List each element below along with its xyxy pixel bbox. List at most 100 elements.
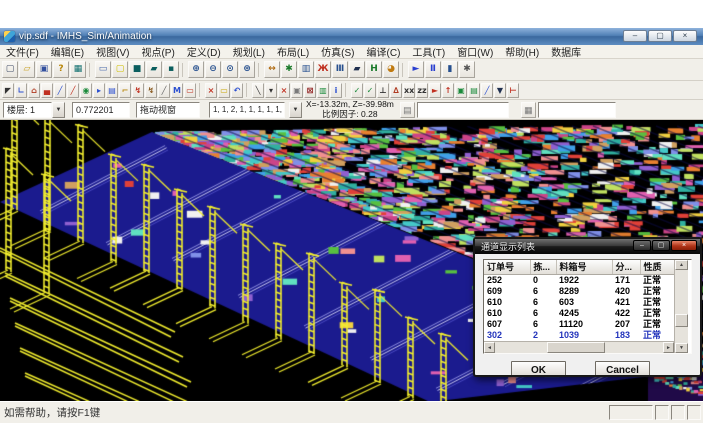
info-button[interactable]: i: [330, 83, 342, 98]
step-button[interactable]: ▮: [442, 61, 458, 78]
check-b-button[interactable]: ✓: [364, 83, 376, 98]
menu-item[interactable]: 帮助(H): [499, 44, 545, 59]
scroll-down-icon[interactable]: ▼: [675, 343, 688, 353]
table-row[interactable]: 607 6 11120 207 正常: [484, 319, 674, 330]
corner-path-button[interactable]: ∟: [15, 83, 27, 98]
toolbar-button[interactable]: [402, 63, 406, 77]
monitor-m-button[interactable]: M: [171, 83, 183, 98]
document-button[interactable]: ▤: [106, 83, 118, 98]
flag-button[interactable]: ►: [429, 83, 441, 98]
title-bar[interactable]: vip.sdf - IMHS_Sim/Animation – ▢ ×: [0, 28, 703, 45]
table-row[interactable]: 609 6 8289 420 正常: [484, 286, 674, 297]
wireframe-box-button[interactable]: ▢: [112, 61, 128, 78]
run-button[interactable]: ►: [408, 61, 424, 78]
menu-item[interactable]: 编译(C): [361, 44, 407, 59]
tools-button[interactable]: ✱: [459, 61, 475, 78]
value-field[interactable]: 0.772201: [72, 102, 130, 118]
cursor-move-button[interactable]: ▸: [93, 83, 105, 98]
horizontal-scrollbar[interactable]: ◄ ►: [484, 341, 674, 353]
pen-gray-button[interactable]: ╱: [158, 83, 170, 98]
cut-x-button[interactable]: ×: [205, 83, 217, 98]
menu-item[interactable]: 视点(P): [135, 44, 180, 59]
scroll-right-icon[interactable]: ►: [663, 342, 674, 353]
home-button[interactable]: ⌂: [28, 83, 40, 98]
menu-item[interactable]: 数据库: [545, 44, 587, 59]
aux-field-1[interactable]: [417, 102, 509, 118]
col-header-pick[interactable]: 拣...: [530, 260, 556, 274]
box-red-button[interactable]: ▭: [184, 83, 196, 98]
undo-button[interactable]: ↶: [231, 83, 243, 98]
chevron-down-icon[interactable]: ▼: [289, 102, 302, 118]
zoom-in-button[interactable]: ⊕: [188, 61, 204, 78]
vertical-scrollbar[interactable]: ▲ ▼: [674, 260, 688, 353]
h-measure-button[interactable]: H: [366, 61, 382, 78]
open-folder-button[interactable]: ▱: [19, 61, 35, 78]
globe-button[interactable]: ◉: [80, 83, 92, 98]
scroll-left-icon[interactable]: ◄: [484, 342, 495, 353]
cancel-button[interactable]: Cancel: [595, 361, 650, 377]
pen-red-button[interactable]: ╱: [67, 83, 79, 98]
menu-item[interactable]: 编辑(E): [45, 44, 90, 59]
menu-item[interactable]: 仿真(S): [315, 44, 360, 59]
menu-item[interactable]: 工具(T): [406, 44, 451, 59]
sequence-field[interactable]: 1, 1, 2, 1, 1, 1, 1, 1, 1: [209, 102, 285, 118]
aux-field-2[interactable]: [538, 102, 616, 118]
vehicle-button[interactable]: ▄: [41, 83, 53, 98]
minimize-button[interactable]: –: [623, 30, 647, 42]
flat-box-button[interactable]: ▰: [146, 61, 162, 78]
toolbar-button[interactable]: [345, 83, 349, 97]
scrollbar-thumb[interactable]: [675, 314, 688, 327]
select-tool-button[interactable]: ◤: [2, 83, 14, 98]
col-header-status[interactable]: 性质: [640, 260, 674, 274]
toolbar-button[interactable]: [246, 83, 250, 97]
model-tree-button[interactable]: ✱: [281, 61, 297, 78]
arrow-down-button[interactable]: ▾: [265, 83, 277, 98]
menu-item[interactable]: 规划(L): [227, 44, 271, 59]
menu-item[interactable]: 视图(V): [90, 44, 135, 59]
menu-item[interactable]: 窗口(W): [451, 44, 499, 59]
window-view-button[interactable]: ▭: [95, 61, 111, 78]
cabinet-a-button[interactable]: ▣: [455, 83, 467, 98]
toolbar-button[interactable]: [182, 63, 186, 77]
chevron-down-icon[interactable]: ▼: [52, 102, 65, 118]
menu-item[interactable]: 文件(F): [0, 44, 45, 59]
worker-red-button[interactable]: ↯: [132, 83, 144, 98]
double-x-button[interactable]: Ж: [315, 61, 331, 78]
columns-button[interactable]: Ⅲ: [332, 61, 348, 78]
dialog-close-button[interactable]: ×: [671, 240, 697, 251]
scroll-up-icon[interactable]: ▲: [675, 260, 688, 270]
delete-x-button[interactable]: ×: [278, 83, 290, 98]
toolbar-button[interactable]: [89, 63, 93, 77]
table-row[interactable]: 252 0 1922 171 正常: [484, 274, 674, 286]
col-header-order[interactable]: 订单号: [484, 260, 530, 274]
pie-chart-button[interactable]: ◕: [383, 61, 399, 78]
dialog-maximize-button[interactable]: ▢: [652, 240, 670, 251]
ok-button[interactable]: OK: [511, 361, 566, 377]
pause-button[interactable]: Ⅱ: [425, 61, 441, 78]
help-button[interactable]: ?: [53, 61, 69, 78]
table-row[interactable]: 610 6 603 421 正常: [484, 297, 674, 308]
screen-button[interactable]: ▦: [70, 61, 86, 78]
worker-brown-button[interactable]: ↯: [145, 83, 157, 98]
scrollbar-thumb[interactable]: [547, 342, 605, 353]
col-header-sort[interactable]: 分...: [612, 260, 640, 274]
table-row[interactable]: 302 2 1039 183 正常: [484, 330, 674, 341]
save-button[interactable]: ▣: [36, 61, 52, 78]
person-tool-button[interactable]: ⊥: [377, 83, 389, 98]
box-icon[interactable]: ▦: [521, 102, 536, 118]
toolbar-button[interactable]: [199, 83, 203, 97]
solid-box-button[interactable]: ■: [129, 61, 145, 78]
zz-constraint-button[interactable]: zz: [416, 83, 428, 98]
clipboard-icon[interactable]: ▤: [400, 102, 415, 118]
pen-blue-button[interactable]: ╱: [54, 83, 66, 98]
hammer-button[interactable]: ⌐: [119, 83, 131, 98]
line-tool-button[interactable]: ╲: [252, 83, 264, 98]
cabinet-b-button[interactable]: ▤: [468, 83, 480, 98]
arrow-up-button[interactable]: ↑: [442, 83, 454, 98]
toolbar-button[interactable]: [258, 63, 262, 77]
menu-item[interactable]: 布局(L): [271, 44, 315, 59]
pan-hand-button[interactable]: ↔: [264, 61, 280, 78]
dialog-minimize-button[interactable]: –: [633, 240, 651, 251]
grid-green-button[interactable]: ▥: [317, 83, 329, 98]
xx-constraint-button[interactable]: xx: [403, 83, 415, 98]
